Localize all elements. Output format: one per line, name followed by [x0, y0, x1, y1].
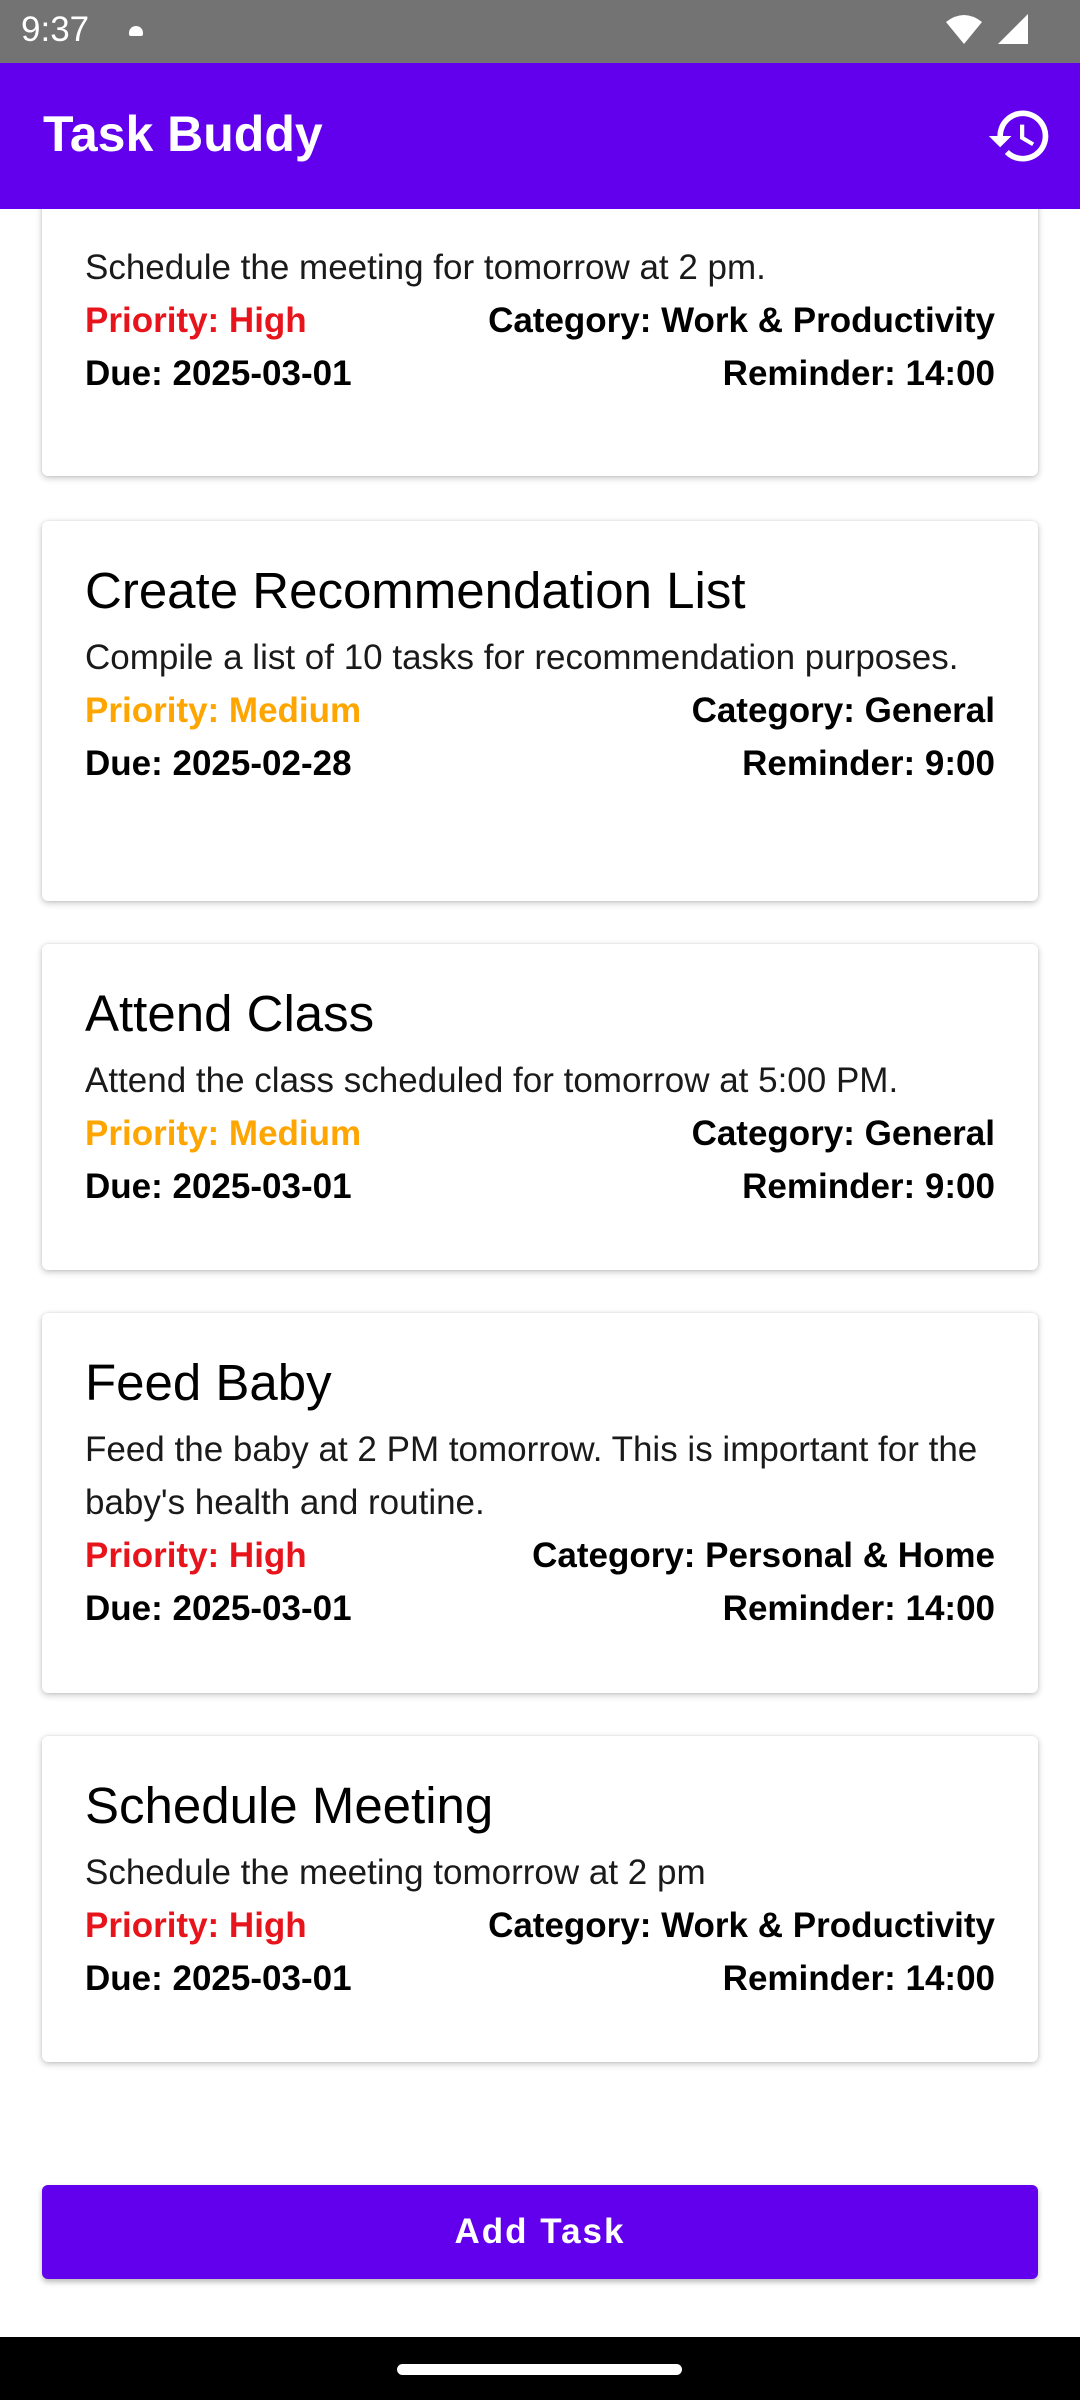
task-due-date: Due: 2025-03-01 [85, 1959, 352, 1998]
app-bar: Task Buddy [0, 63, 1080, 209]
task-card[interactable]: Feed Baby Feed the baby at 2 PM tomorrow… [42, 1313, 1038, 1693]
history-icon[interactable] [986, 102, 1054, 170]
task-meta-row: Due: 2025-03-01 Reminder: 14:00 [85, 347, 995, 400]
task-reminder: Reminder: 14:00 [722, 1589, 995, 1628]
task-priority: Priority: High [85, 1906, 307, 1945]
task-meta-row: Priority: High Category: Personal & Home [85, 1529, 995, 1582]
task-meta-row: Due: 2025-03-01 Reminder: 9:00 [85, 1160, 995, 1213]
task-title: Attend Class [85, 985, 375, 1042]
task-meta-row: Due: 2025-03-01 Reminder: 14:00 [85, 1582, 995, 1635]
task-priority: Priority: High [85, 301, 307, 340]
task-description: Feed the baby at 2 PM tomorrow. This is … [85, 1430, 978, 1522]
task-reminder: Reminder: 14:00 [722, 354, 995, 393]
task-title: Create Recommendation List [85, 562, 746, 619]
task-priority: Priority: High [85, 1536, 307, 1575]
home-gesture-handle[interactable] [397, 2364, 682, 2375]
task-due-date: Due: 2025-03-01 [85, 1167, 352, 1206]
task-priority: Priority: Medium [85, 1114, 362, 1153]
task-category: Category: Work & Productivity [488, 301, 995, 340]
app-title: Task Buddy [43, 106, 323, 162]
wifi-icon [946, 15, 982, 44]
task-reminder: Reminder: 9:00 [742, 1167, 995, 1206]
task-card[interactable]: Attend Class Attend the class scheduled … [42, 944, 1038, 1270]
status-time: 9:37 [21, 10, 90, 49]
task-list[interactable]: Schedule the meeting for tomorrow at 2 p… [0, 209, 1080, 2084]
notification-icon [129, 26, 143, 36]
task-due-date: Due: 2025-02-28 [85, 744, 352, 783]
task-meta-row: Due: 2025-02-28 Reminder: 9:00 [85, 737, 995, 790]
task-meta-row: Priority: Medium Category: General [85, 1107, 995, 1160]
task-description: Attend the class scheduled for tomorrow … [85, 1061, 899, 1100]
task-category: Category: Personal & Home [532, 1536, 995, 1575]
task-description: Schedule the meeting for tomorrow at 2 p… [85, 248, 766, 287]
task-description: Schedule the meeting tomorrow at 2 pm [85, 1853, 706, 1892]
task-title: Feed Baby [85, 1354, 332, 1411]
task-meta-row: Priority: Medium Category: General [85, 684, 995, 737]
task-meta-row: Due: 2025-03-01 Reminder: 14:00 [85, 1952, 995, 2005]
task-category: Category: General [691, 691, 995, 730]
signal-icons [946, 14, 1028, 44]
task-card[interactable]: Create Recommendation List Compile a lis… [42, 521, 1038, 901]
task-reminder: Reminder: 9:00 [742, 744, 995, 783]
task-reminder: Reminder: 14:00 [722, 1959, 995, 1998]
task-due-date: Due: 2025-03-01 [85, 354, 352, 393]
task-meta-row: Priority: High Category: Work & Producti… [85, 294, 995, 347]
task-title: Schedule Meeting [85, 1777, 494, 1834]
task-priority: Priority: Medium [85, 691, 362, 730]
status-bar: 9:37 [0, 0, 1080, 63]
task-due-date: Due: 2025-03-01 [85, 1589, 352, 1628]
cellular-icon [998, 14, 1028, 44]
task-card[interactable]: Schedule the meeting for tomorrow at 2 p… [42, 209, 1038, 476]
add-task-button[interactable]: Add Task [42, 2185, 1038, 2279]
navigation-bar [0, 2337, 1080, 2400]
task-meta-row: Priority: High Category: Work & Producti… [85, 1899, 995, 1952]
task-card[interactable]: Schedule Meeting Schedule the meeting to… [42, 1736, 1038, 2062]
task-category: Category: General [691, 1114, 995, 1153]
task-category: Category: Work & Productivity [488, 1906, 995, 1945]
task-description: Compile a list of 10 tasks for recommend… [85, 638, 959, 677]
